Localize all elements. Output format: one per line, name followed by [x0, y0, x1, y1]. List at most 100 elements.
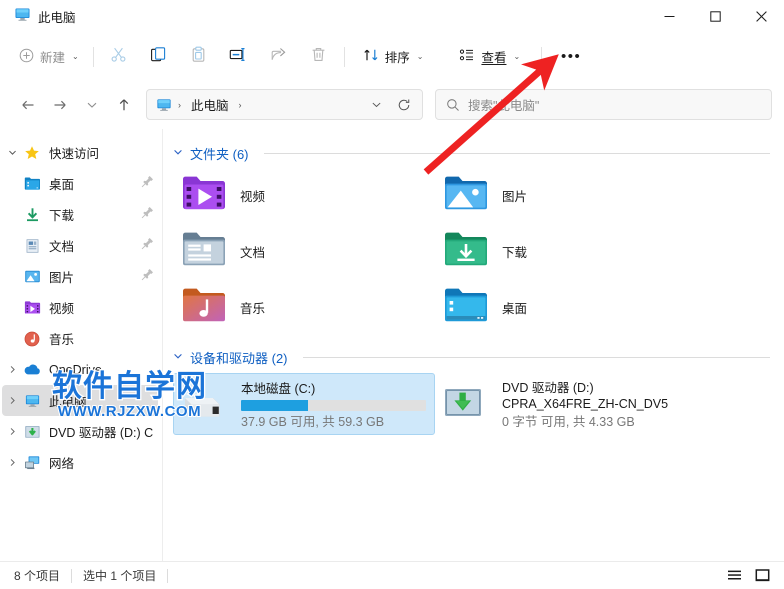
sidebar-item-onedrive[interactable]: OneDrive — [2, 354, 158, 385]
breadcrumb-item-this-pc[interactable]: 此电脑 — [187, 92, 233, 117]
selection-count-text: 选中 1 个项目 — [83, 569, 157, 583]
drive-info: DVD 驱动器 (D:) CPRA_X64FRE_ZH-CN_DV5 0 字节 … — [502, 379, 689, 430]
sidebar-item-label: OneDrive — [49, 362, 102, 377]
large-icons-view-icon[interactable] — [748, 565, 776, 587]
pin-icon[interactable] — [141, 206, 154, 224]
drive-item-dvd-drive-d[interactable]: DVD 驱动器 (D:) CPRA_X64FRE_ZH-CN_DV5 0 字节 … — [435, 373, 697, 435]
sidebar-item-label: DVD 驱动器 (D:) CP — [49, 426, 154, 440]
cut-button[interactable] — [99, 41, 139, 73]
search-box[interactable]: 搜索"此电脑" — [435, 89, 772, 120]
window-controls — [646, 0, 784, 33]
file-item-label: 图片 — [502, 189, 528, 204]
pin-icon[interactable] — [141, 175, 154, 193]
sidebar-item-documents[interactable]: 文档 — [2, 230, 158, 261]
sort-arrows-icon — [363, 47, 379, 66]
sidebar-item-videos[interactable]: 视频 — [2, 292, 158, 323]
view-button[interactable]: 查看 ⌄ — [450, 41, 529, 73]
copy-button[interactable] — [139, 41, 179, 73]
drive-info: 本地磁盘 (C:) 37.9 GB 可用, 共 59.3 GB — [241, 380, 426, 430]
desktop-folder-icon — [22, 176, 42, 191]
command-separator-3 — [541, 46, 543, 67]
paste-button[interactable] — [179, 41, 219, 73]
drive-free-space: 0 字节 可用, 共 4.33 GB — [502, 415, 635, 429]
recent-locations-button[interactable] — [76, 90, 108, 120]
delete-button[interactable] — [299, 41, 339, 73]
chevron-right-icon[interactable] — [2, 365, 22, 374]
file-item-videos[interactable]: 视频 — [173, 169, 435, 221]
music-folder-icon — [181, 285, 227, 330]
sidebar-item-quick-access[interactable]: 快速访问 — [2, 137, 158, 168]
file-item-music[interactable]: 音乐 — [173, 281, 435, 333]
new-button[interactable]: 新建 ⌄ — [10, 41, 88, 73]
breadcrumb-separator: › — [178, 99, 181, 110]
this-pc-icon — [22, 393, 42, 409]
chevron-right-icon[interactable] — [2, 427, 22, 436]
file-list-pane[interactable]: 文件夹 (6) 视频 图片 文档 下载 音乐 桌面 设备和驱动器 (2) 本地磁… — [163, 129, 784, 561]
pin-icon[interactable] — [141, 237, 154, 255]
search-placeholder: 搜索"此电脑" — [468, 99, 540, 113]
status-divider — [167, 568, 169, 583]
file-item-documents[interactable]: 文档 — [173, 225, 435, 277]
drive-usage-bar — [241, 400, 426, 411]
sidebar-item-label: 桌面 — [49, 178, 75, 192]
back-button[interactable] — [12, 90, 44, 120]
sidebar-item-downloads[interactable]: 下载 — [2, 199, 158, 230]
group-header-folders[interactable]: 文件夹 (6) — [173, 141, 770, 165]
file-explorer-window: 此电脑 新建 ⌄ 排序 ⌄ 查看 ⌄ ••• › 此电脑 › 搜索"此电脑" 快… — [0, 0, 784, 589]
forward-button[interactable] — [44, 90, 76, 120]
refresh-button[interactable] — [392, 93, 416, 117]
sidebar-item-network[interactable]: 网络 — [2, 447, 158, 478]
sidebar-item-pictures[interactable]: 图片 — [2, 261, 158, 292]
group-divider — [302, 356, 770, 358]
more-options-button[interactable]: ••• — [551, 41, 591, 73]
hard-drive-icon — [182, 380, 230, 430]
pin-icon[interactable] — [141, 268, 154, 286]
file-item-pictures[interactable]: 图片 — [435, 169, 697, 221]
file-item-label: 音乐 — [240, 301, 266, 316]
close-button[interactable] — [738, 0, 784, 33]
share-button[interactable] — [259, 41, 299, 73]
sort-button[interactable]: 排序 ⌄ — [354, 41, 433, 73]
content-area: 快速访问 桌面 下载 文档 图片 视频 音乐 OneDrive 此电脑 DVD … — [0, 129, 784, 561]
drive-free-space: 37.9 GB 可用, 共 59.3 GB — [241, 415, 385, 429]
title-bar: 此电脑 — [0, 0, 784, 33]
up-button[interactable] — [108, 90, 140, 120]
this-pc-icon — [14, 6, 31, 28]
chevron-right-icon[interactable] — [2, 458, 22, 467]
minimize-button[interactable] — [646, 0, 692, 33]
chevron-down-icon[interactable] — [173, 147, 183, 159]
file-item-downloads[interactable]: 下载 — [435, 225, 697, 277]
sidebar-item-desktop[interactable]: 桌面 — [2, 168, 158, 199]
group-title: 文件夹 (6) — [190, 146, 249, 162]
chevron-down-icon[interactable] — [173, 351, 183, 363]
file-item-desktop[interactable]: 桌面 — [435, 281, 697, 333]
dvd-drive-icon — [22, 424, 42, 440]
network-icon — [22, 455, 42, 471]
drive-item-local-disk-c[interactable]: 本地磁盘 (C:) 37.9 GB 可用, 共 59.3 GB — [173, 373, 435, 435]
chevron-down-icon[interactable] — [2, 148, 22, 157]
maximize-button[interactable] — [692, 0, 738, 33]
sidebar-item-music[interactable]: 音乐 — [2, 323, 158, 354]
address-dropdown-button[interactable] — [364, 93, 388, 117]
drive-grid: 本地磁盘 (C:) 37.9 GB 可用, 共 59.3 GB DVD 驱动器 … — [173, 373, 770, 435]
sidebar-item-dvd-drive[interactable]: DVD 驱动器 (D:) CP — [2, 416, 158, 447]
group-header-devices[interactable]: 设备和驱动器 (2) — [173, 345, 770, 369]
command-separator-2 — [343, 46, 345, 67]
list-view-icon[interactable] — [720, 565, 748, 587]
sort-button-label: 排序 — [384, 51, 410, 65]
tab-this-pc[interactable]: 此电脑 — [12, 3, 86, 31]
trash-icon — [310, 46, 327, 68]
sidebar-item-label: 下载 — [49, 209, 75, 223]
view-button-label: 查看 — [481, 51, 507, 65]
documents-folder-icon — [22, 238, 42, 254]
chevron-right-icon[interactable] — [2, 396, 22, 405]
sidebar-item-label: 快速访问 — [49, 147, 100, 161]
dvd-drive-icon — [443, 379, 491, 427]
sidebar-item-label: 音乐 — [49, 333, 75, 347]
pictures-folder-icon — [22, 269, 42, 284]
sidebar-item-this-pc[interactable]: 此电脑 — [2, 385, 158, 416]
rename-button[interactable] — [219, 41, 259, 73]
address-bar[interactable]: › 此电脑 › — [146, 89, 423, 120]
navigation-pane[interactable]: 快速访问 桌面 下载 文档 图片 视频 音乐 OneDrive 此电脑 DVD … — [0, 129, 163, 561]
downloads-folder-icon — [443, 229, 489, 274]
